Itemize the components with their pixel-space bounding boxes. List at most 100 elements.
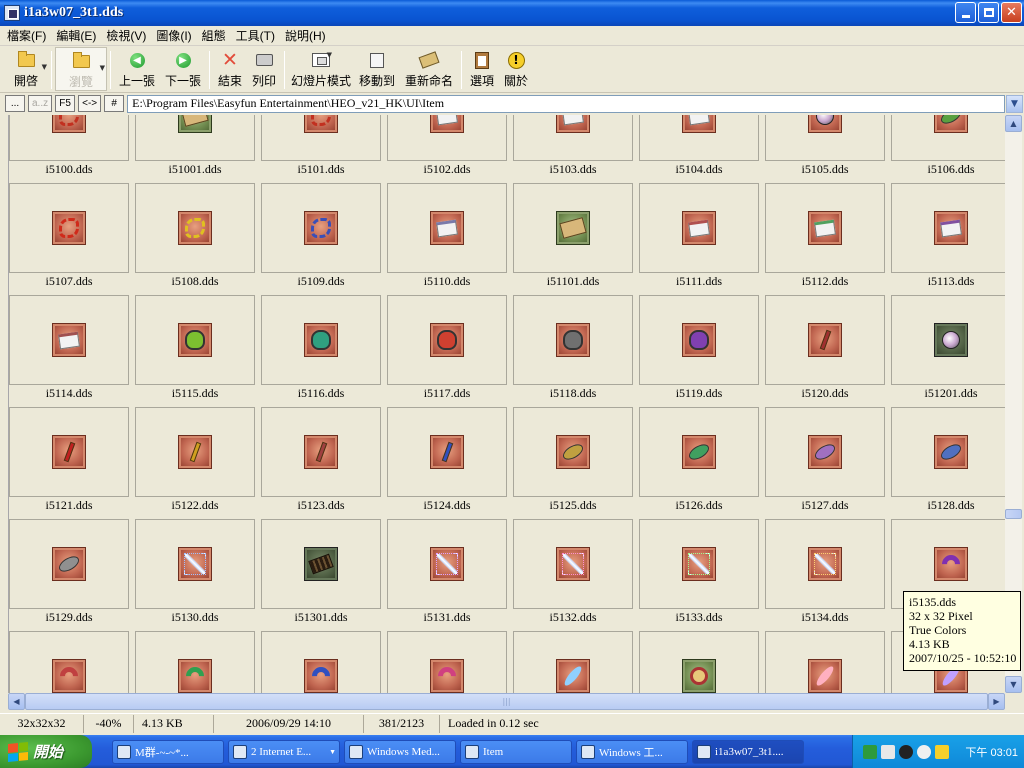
browse-path-button[interactable]: ... <box>5 95 25 112</box>
thumbnail-item[interactable]: i5126.dds <box>639 399 765 512</box>
thumbnail-frame[interactable] <box>639 115 759 161</box>
thumbnail-item[interactable]: i5107.dds <box>9 175 135 288</box>
thumbnail-frame[interactable] <box>639 295 759 385</box>
thumbnail-frame[interactable] <box>387 115 507 161</box>
horizontal-scroll-thumb[interactable]: ||| <box>25 693 988 710</box>
thumbnail-item[interactable]: i5124.dds <box>387 399 513 512</box>
thumbnail-frame[interactable] <box>513 631 633 693</box>
thumbnail-frame[interactable] <box>261 183 381 273</box>
thumbnail-frame[interactable] <box>891 407 1005 497</box>
thumbnail-frame[interactable] <box>387 631 507 693</box>
menu-file[interactable]: 檔案(F) <box>2 27 51 44</box>
thumbnail-item[interactable]: i5111.dds <box>639 175 765 288</box>
thumbnail-item[interactable] <box>765 623 891 693</box>
close-button[interactable]: ✕ <box>1001 2 1022 23</box>
thumbnail-item[interactable]: i5121.dds <box>9 399 135 512</box>
maximize-button[interactable] <box>978 2 999 23</box>
scroll-up-button[interactable]: ▲ <box>1005 115 1022 132</box>
thumbnail-item[interactable]: i5123.dds <box>261 399 387 512</box>
thumbnail-frame[interactable] <box>9 183 129 273</box>
horizontal-scrollbar[interactable]: ◀ ||| ▶ <box>8 693 1005 710</box>
path-input[interactable]: E:\Program Files\Easyfun Entertainment\H… <box>127 94 1005 113</box>
thumbnail-item[interactable] <box>135 623 261 693</box>
thumbnail-frame[interactable] <box>261 295 381 385</box>
thumbnail-frame[interactable] <box>135 115 255 161</box>
thumbnail-frame[interactable] <box>639 519 759 609</box>
thumbnail-frame[interactable] <box>513 519 633 609</box>
thumbnail-frame[interactable] <box>9 631 129 693</box>
taskbar-button[interactable]: Windows Med... <box>344 739 456 764</box>
thumbnail-item[interactable]: i5128.dds <box>891 399 1005 512</box>
app-icon[interactable] <box>4 5 20 21</box>
thumbnail-item[interactable]: i5100.dds <box>9 115 135 176</box>
messenger-icon[interactable] <box>935 744 949 759</box>
thumbnail-item[interactable]: i51301.dds <box>261 511 387 624</box>
print-button[interactable]: 列印 <box>247 47 281 91</box>
prev-button[interactable]: ◀ 上一張 <box>114 47 160 91</box>
thumbnail-view[interactable]: i5100.dds i51001.dds i5101.dds i5102.dds i51… <box>8 115 1005 693</box>
thumbnail-frame[interactable] <box>9 295 129 385</box>
thumbnail-frame[interactable] <box>387 407 507 497</box>
thumbnail-frame[interactable] <box>513 115 633 161</box>
chevron-down-icon[interactable]: ▼ <box>1006 94 1023 113</box>
thumbnail-frame[interactable] <box>261 631 381 693</box>
thumbnail-frame[interactable] <box>9 519 129 609</box>
monitor-icon[interactable] <box>881 744 895 759</box>
rename-button[interactable]: 重新命名 <box>400 47 458 91</box>
thumbnail-frame[interactable] <box>9 407 129 497</box>
clock[interactable]: 下午 03:01 <box>965 744 1018 760</box>
thumbnail-item[interactable]: i5118.dds <box>513 287 639 400</box>
volume-icon[interactable] <box>917 744 931 759</box>
thumbnail-item[interactable]: i5133.dds <box>639 511 765 624</box>
menu-image[interactable]: 圖像(I) <box>151 27 196 44</box>
thumbnail-item[interactable]: i5119.dds <box>639 287 765 400</box>
thumbnail-item[interactable]: i5109.dds <box>261 175 387 288</box>
menu-edit[interactable]: 編輯(E) <box>51 27 101 44</box>
thumbnail-frame[interactable] <box>513 407 633 497</box>
exit-button[interactable]: ✕ 結束 <box>213 47 247 91</box>
title-bar[interactable]: i1a3w07_3t1.dds ✕ <box>0 0 1024 26</box>
hash-button[interactable]: # <box>104 95 125 112</box>
thumbnail-item[interactable]: i5129.dds <box>9 511 135 624</box>
thumbnail-frame[interactable] <box>387 519 507 609</box>
thumbnail-frame[interactable] <box>891 295 1005 385</box>
thumbnail-item[interactable] <box>261 623 387 693</box>
thumbnail-item[interactable] <box>387 623 513 693</box>
thumbnail-item[interactable]: i5120.dds <box>765 287 891 400</box>
thumbnail-frame[interactable] <box>387 295 507 385</box>
thumbnail-item[interactable]: i51101.dds <box>513 175 639 288</box>
thumbnail-item[interactable]: i5127.dds <box>765 399 891 512</box>
thumbnail-frame[interactable] <box>135 519 255 609</box>
thumbnail-item[interactable]: i51001.dds <box>135 115 261 176</box>
thumbnail-frame[interactable] <box>9 115 129 161</box>
thumbnail-frame[interactable] <box>765 183 885 273</box>
next-button[interactable]: ▶ 下一張 <box>160 47 206 91</box>
start-button[interactable]: 開始 <box>0 735 92 768</box>
thumbnail-frame[interactable] <box>765 407 885 497</box>
thumbnail-item[interactable]: i5103.dds <box>513 115 639 176</box>
taskbar-button[interactable]: i1a3w07_3t1.... <box>692 739 804 764</box>
options-button[interactable]: 選項 <box>465 47 499 91</box>
thumbnail-item[interactable]: i5108.dds <box>135 175 261 288</box>
thumbnail-frame[interactable] <box>639 631 759 693</box>
scroll-down-button[interactable]: ▼ <box>1005 676 1022 693</box>
move-to-button[interactable]: 移動到 <box>354 47 400 91</box>
menu-tools[interactable]: 工具(T) <box>231 27 280 44</box>
thumbnail-frame[interactable] <box>891 183 1005 273</box>
thumbnail-item[interactable]: i5117.dds <box>387 287 513 400</box>
thumbnail-frame[interactable] <box>513 183 633 273</box>
thumbnail-frame[interactable] <box>765 631 885 693</box>
menu-config[interactable]: 組態 <box>197 27 231 44</box>
thumbnail-item[interactable] <box>9 623 135 693</box>
thumbnail-frame[interactable] <box>135 295 255 385</box>
thumbnail-item[interactable]: i5113.dds <box>891 175 1005 288</box>
open-button[interactable]: 開啓 ▼ <box>4 47 48 91</box>
refresh-button[interactable]: F5 <box>55 95 76 112</box>
thumbnail-item[interactable]: i5102.dds <box>387 115 513 176</box>
thumbnail-frame[interactable] <box>261 407 381 497</box>
thumbnail-frame[interactable] <box>135 631 255 693</box>
thumbnail-item[interactable]: i5125.dds <box>513 399 639 512</box>
taskbar-button[interactable]: Item <box>460 739 572 764</box>
browse-button[interactable]: 瀏覽 ▼ <box>55 47 107 91</box>
thumbnail-frame[interactable] <box>261 519 381 609</box>
